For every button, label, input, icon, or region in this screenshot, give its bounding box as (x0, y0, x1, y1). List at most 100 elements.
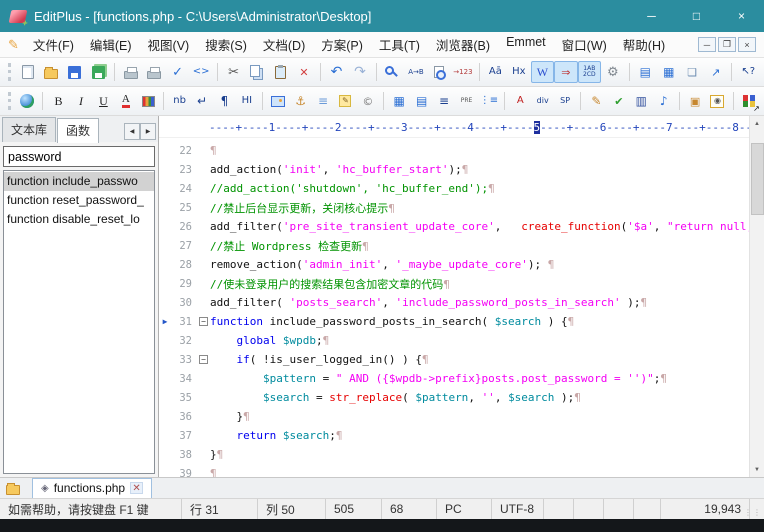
font-color-button[interactable]: A (115, 90, 137, 112)
toolbar-grip[interactable] (8, 63, 11, 81)
scroll-up-icon[interactable]: ▲ (750, 116, 764, 131)
redo-button[interactable]: ↷ (348, 61, 371, 83)
find-button[interactable] (381, 61, 404, 83)
code-line-39[interactable]: 39¶ (159, 464, 749, 477)
find-in-files-button[interactable] (428, 61, 451, 83)
vertical-scrollbar[interactable]: ▲ ▼ (749, 116, 764, 477)
function-search-input[interactable] (3, 146, 155, 167)
directory-icon[interactable] (6, 485, 20, 495)
word-wrap-button[interactable]: W (531, 61, 554, 83)
delete-button[interactable]: ✕ (292, 61, 315, 83)
mdi-restore-button[interactable]: ❐ (718, 37, 736, 52)
menu-edit[interactable]: 编辑(E) (82, 32, 140, 57)
radio-group-button[interactable]: ◉ (706, 90, 728, 112)
italic-button[interactable]: I (70, 90, 92, 112)
document-pencil-icon[interactable]: ✎ (8, 37, 19, 53)
browser-new-button[interactable] (16, 90, 38, 112)
auto-indent-button[interactable]: ⇒ (554, 61, 577, 83)
line-numbers-button[interactable]: 1AB 2CD (578, 61, 601, 83)
sidebar-tab-functions[interactable]: 函数 (57, 118, 99, 143)
code-line-35[interactable]: 35 $search = str_replace( $pattern, '', … (159, 388, 749, 407)
code-line-37[interactable]: 37 return $search;¶ (159, 426, 749, 445)
media-tag-button[interactable]: ▥ (630, 90, 652, 112)
context-help-button[interactable]: ↖? (736, 61, 759, 83)
code-line-38[interactable]: 38}¶ (159, 445, 749, 464)
code-line-26[interactable]: 26add_filter('pre_site_transient_update_… (159, 217, 749, 236)
code-line-27[interactable]: 27//禁止 Wordpress 检查更新¶ (159, 236, 749, 255)
code-line-34[interactable]: 34 $pattern = " AND ({$wpdb->prefix}post… (159, 369, 749, 388)
form-field-button[interactable]: ▣ (684, 90, 706, 112)
spell-check-button[interactable]: ✓ (166, 61, 189, 83)
menu-browser[interactable]: 浏览器(B) (428, 32, 498, 57)
open-button[interactable] (39, 61, 62, 83)
underline-button[interactable]: U (92, 90, 114, 112)
print-preview-button[interactable] (119, 61, 142, 83)
hex-view-button[interactable]: Hx (507, 61, 530, 83)
copy-button[interactable] (245, 61, 268, 83)
code-line-30[interactable]: 30add_filter( 'posts_search', 'include_p… (159, 293, 749, 312)
hr-tag-button[interactable]: ≡ (312, 90, 334, 112)
code-line-28[interactable]: 28remove_action('admin_init', '_maybe_up… (159, 255, 749, 274)
menu-tools[interactable]: 工具(T) (371, 32, 428, 57)
html-tag-button[interactable]: <> (189, 61, 212, 83)
document-tab-functions-php[interactable]: ◈ functions.php ✕ (32, 478, 152, 498)
scrollbar-thumb[interactable] (751, 143, 764, 215)
browser-preview-button[interactable]: ❏ (681, 61, 704, 83)
music-tag-button[interactable]: ♪ (653, 90, 675, 112)
image-tag-button[interactable] (267, 90, 289, 112)
code-line-22[interactable]: 22¶ (159, 141, 749, 160)
tab-close-icon[interactable]: ✕ (130, 482, 143, 494)
bold-button[interactable]: B (47, 90, 69, 112)
function-list-item[interactable]: function disable_reset_lo (4, 210, 154, 229)
code-line-23[interactable]: 23add_action('init', 'hc_buffer_start');… (159, 160, 749, 179)
list-tag-button[interactable]: ⋮≡ (478, 90, 500, 112)
spin-left-icon[interactable]: ◀ (124, 123, 140, 140)
span-tag-button[interactable]: SP (554, 90, 576, 112)
scroll-down-icon[interactable]: ▼ (750, 462, 764, 477)
menu-window[interactable]: 窗口(W) (554, 32, 615, 57)
code-line-24[interactable]: 24//add_action('shutdown', 'hc_buffer_en… (159, 179, 749, 198)
pre-tag-button[interactable]: PRE (455, 90, 477, 112)
line-break-tag-button[interactable]: ↵ (191, 90, 213, 112)
paragraph-tag-button[interactable]: ¶ (213, 90, 235, 112)
div-tag-button[interactable]: div (531, 90, 553, 112)
undo-button[interactable]: ↶ (325, 61, 348, 83)
sidebar-tab-cliptext[interactable]: 文本库 (2, 117, 56, 142)
code-line-33[interactable]: 33− if( !is_user_logged_in() ) {¶ (159, 350, 749, 369)
color-palette-button[interactable] (137, 90, 159, 112)
toolbar-grip[interactable] (8, 92, 11, 110)
fold-collapse-icon[interactable]: − (197, 355, 210, 364)
close-button[interactable]: × (719, 0, 764, 32)
script-check-button[interactable]: ✔ (608, 90, 630, 112)
menu-document[interactable]: 文档(D) (255, 32, 313, 57)
note-edit-button[interactable]: ✎ (334, 90, 356, 112)
menu-emmet[interactable]: Emmet (498, 32, 554, 57)
table-tag-button[interactable]: ▦ (388, 90, 410, 112)
minimize-button[interactable]: ─ (629, 0, 674, 32)
save-button[interactable] (63, 61, 86, 83)
center-tag-button[interactable]: ≡ (433, 90, 455, 112)
code-line-32[interactable]: 32 global $wpdb;¶ (159, 331, 749, 350)
nbsp-tag-button[interactable]: nb (168, 90, 190, 112)
code-area[interactable]: 22¶23add_action('init', 'hc_buffer_start… (159, 138, 749, 477)
resize-grip[interactable]: ⋮⋮ (750, 499, 764, 519)
maximize-button[interactable]: □ (674, 0, 719, 32)
object-tag-button[interactable] (738, 90, 760, 112)
paste-button[interactable] (269, 61, 292, 83)
document-list-button[interactable]: ▤ (634, 61, 657, 83)
new-file-button[interactable] (16, 61, 39, 83)
scrollbar-track[interactable] (750, 131, 764, 462)
code-line-36[interactable]: 36 }¶ (159, 407, 749, 426)
code-line-25[interactable]: 25//禁止后台显示更新，关闭核心提示¶ (159, 198, 749, 217)
cut-button[interactable]: ✂ (222, 61, 245, 83)
fold-collapse-icon[interactable]: − (197, 317, 210, 326)
mdi-close-button[interactable]: × (738, 37, 756, 52)
form-edit-button[interactable]: ✎ (585, 90, 607, 112)
heading-tag-button[interactable]: HI (236, 90, 258, 112)
anchor-tag-button[interactable]: ⚓ (289, 90, 311, 112)
mdi-minimize-button[interactable]: ─ (698, 37, 716, 52)
menu-help[interactable]: 帮助(H) (615, 32, 673, 57)
menu-view[interactable]: 视图(V) (140, 32, 198, 57)
table-cell-tag-button[interactable]: ▤ (410, 90, 432, 112)
view-in-browser-button[interactable]: ↗ (704, 61, 727, 83)
